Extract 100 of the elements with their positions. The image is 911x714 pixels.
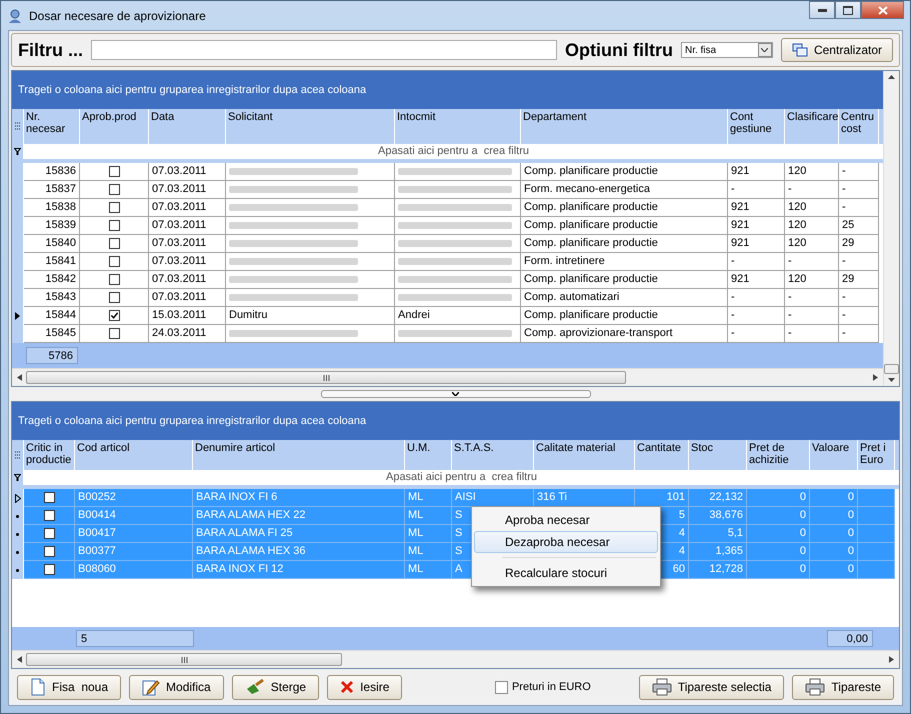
checkbox[interactable] <box>44 510 54 521</box>
checkbox[interactable] <box>108 202 120 213</box>
column-header[interactable]: Cantitate <box>635 440 689 470</box>
column-chooser-icon[interactable] <box>14 450 20 460</box>
scrollbar-thumb[interactable] <box>884 364 899 374</box>
printer-icon <box>652 678 672 696</box>
menu-item[interactable]: Dezaproba necesar <box>474 531 658 553</box>
scroll-left-icon[interactable] <box>17 374 22 381</box>
filter-option-dropdown[interactable]: Nr. fisa <box>680 42 773 58</box>
toolbar-button[interactable]: Sterge <box>232 674 320 700</box>
maximize-button[interactable] <box>835 1 861 19</box>
table-cell: 120 <box>785 199 839 217</box>
scroll-down-icon[interactable] <box>888 378 895 382</box>
scroll-right-icon[interactable] <box>873 374 878 381</box>
table-cell: - <box>728 253 785 271</box>
scrollbar-thumb[interactable] <box>26 371 626 384</box>
minimize-icon <box>818 8 826 12</box>
row-pointer-icon <box>15 312 20 320</box>
horizontal-scrollbar[interactable] <box>12 650 899 668</box>
table-cell: 22,132 <box>689 489 747 507</box>
table-cell: B08060 <box>75 561 193 579</box>
column-header[interactable]: U.M. <box>405 440 452 470</box>
column-header[interactable]: Cont gestiune <box>728 109 785 144</box>
table-cell: AISI <box>452 489 534 507</box>
column-header[interactable]: S.T.A.S. <box>452 440 534 470</box>
table-cell: 07.03.2011 <box>149 217 226 235</box>
table-cell: 07.03.2011 <box>149 163 226 181</box>
table-cell: - <box>785 253 839 271</box>
table-cell <box>858 507 895 525</box>
scrollbar-thumb[interactable] <box>26 653 342 666</box>
checkbox[interactable] <box>44 546 54 557</box>
column-chooser-icon[interactable] <box>14 122 20 131</box>
checkbox[interactable] <box>108 238 120 249</box>
checkbox[interactable] <box>108 166 120 177</box>
filter-row[interactable]: Apasati aici pentru a crea filtru <box>24 144 883 159</box>
column-header[interactable]: Solicitant <box>226 109 395 144</box>
checkbox[interactable] <box>44 492 54 503</box>
checkbox[interactable] <box>108 292 120 303</box>
checkbox[interactable] <box>44 564 54 575</box>
centralizator-button[interactable]: Centralizator <box>780 38 893 62</box>
checkbox[interactable] <box>44 528 54 539</box>
table-cell: - <box>839 289 879 307</box>
column-header[interactable]: Clasificare <box>785 109 839 144</box>
horizontal-scrollbar[interactable] <box>12 368 883 386</box>
vertical-scrollbar[interactable] <box>883 71 899 386</box>
column-header[interactable]: Data <box>149 109 226 144</box>
table-cell: - <box>785 181 839 199</box>
column-header[interactable]: Intocmit <box>395 109 521 144</box>
checkbox[interactable] <box>108 184 120 195</box>
table-cell: 0 <box>810 489 858 507</box>
column-header[interactable]: Valoare <box>810 440 858 470</box>
column-header[interactable]: Calitate material <box>534 440 635 470</box>
column-header[interactable]: Pret i Euro <box>858 440 895 470</box>
table-cell: 120 <box>785 163 839 181</box>
table-cell: 15841 <box>24 253 80 271</box>
table-cell: 25 <box>839 217 879 235</box>
table-cell: 0 <box>810 543 858 561</box>
column-header[interactable]: Aprob.prod <box>80 109 149 144</box>
filter-field[interactable] <box>91 40 557 60</box>
pencil-icon <box>142 678 160 696</box>
table-cell: Comp. planificare productie <box>521 235 728 253</box>
column-header[interactable]: Critic in productie <box>24 440 75 470</box>
filter-label: Filtru ... <box>18 40 83 60</box>
column-header[interactable]: Stoc <box>689 440 747 470</box>
scroll-left-icon[interactable] <box>17 656 22 663</box>
table-cell <box>858 489 895 507</box>
checkbox[interactable] <box>108 328 120 339</box>
scroll-right-icon[interactable] <box>889 656 894 663</box>
table-cell: 29 <box>839 235 879 253</box>
row-indicator[interactable] <box>12 561 24 579</box>
column-header[interactable]: Centru cost <box>839 109 879 144</box>
column-header[interactable]: Pret de achizitie <box>747 440 810 470</box>
print-button[interactable]: Tipareste <box>792 674 894 700</box>
filter-row[interactable]: Apasati aici pentru a crea filtru <box>24 470 899 485</box>
toolbar-button[interactable]: Iesire <box>327 674 402 700</box>
column-header[interactable]: Denumire articol <box>193 440 405 470</box>
table-cell: 15837 <box>24 181 80 199</box>
scroll-up-icon[interactable] <box>888 75 895 79</box>
checkbox[interactable] <box>108 256 120 267</box>
table-cell: Comp. planificare productie <box>521 217 728 235</box>
close-button[interactable] <box>861 1 904 19</box>
column-header[interactable]: Departament <box>521 109 728 144</box>
table-cell: 15842 <box>24 271 80 289</box>
maximize-icon <box>843 6 853 14</box>
minimize-button[interactable] <box>809 1 835 19</box>
checkbox[interactable] <box>494 680 508 694</box>
checkbox[interactable] <box>108 310 120 321</box>
table-cell: 15843 <box>24 289 80 307</box>
column-chooser-button[interactable] <box>12 440 24 470</box>
splitter-handle[interactable] <box>320 390 590 398</box>
checkbox[interactable] <box>108 220 120 231</box>
document-icon <box>30 678 46 696</box>
column-chooser-button[interactable] <box>12 109 24 144</box>
checkbox[interactable] <box>108 274 120 285</box>
table-cell: - <box>728 307 785 325</box>
column-header[interactable]: Nr. necesar <box>24 109 80 144</box>
toolbar-button[interactable]: Modifica <box>129 674 224 700</box>
print-button[interactable]: Tipareste selectia <box>638 674 784 700</box>
toolbar-button[interactable]: Fisa noua <box>17 674 122 700</box>
column-header[interactable]: Cod articol <box>75 440 193 470</box>
